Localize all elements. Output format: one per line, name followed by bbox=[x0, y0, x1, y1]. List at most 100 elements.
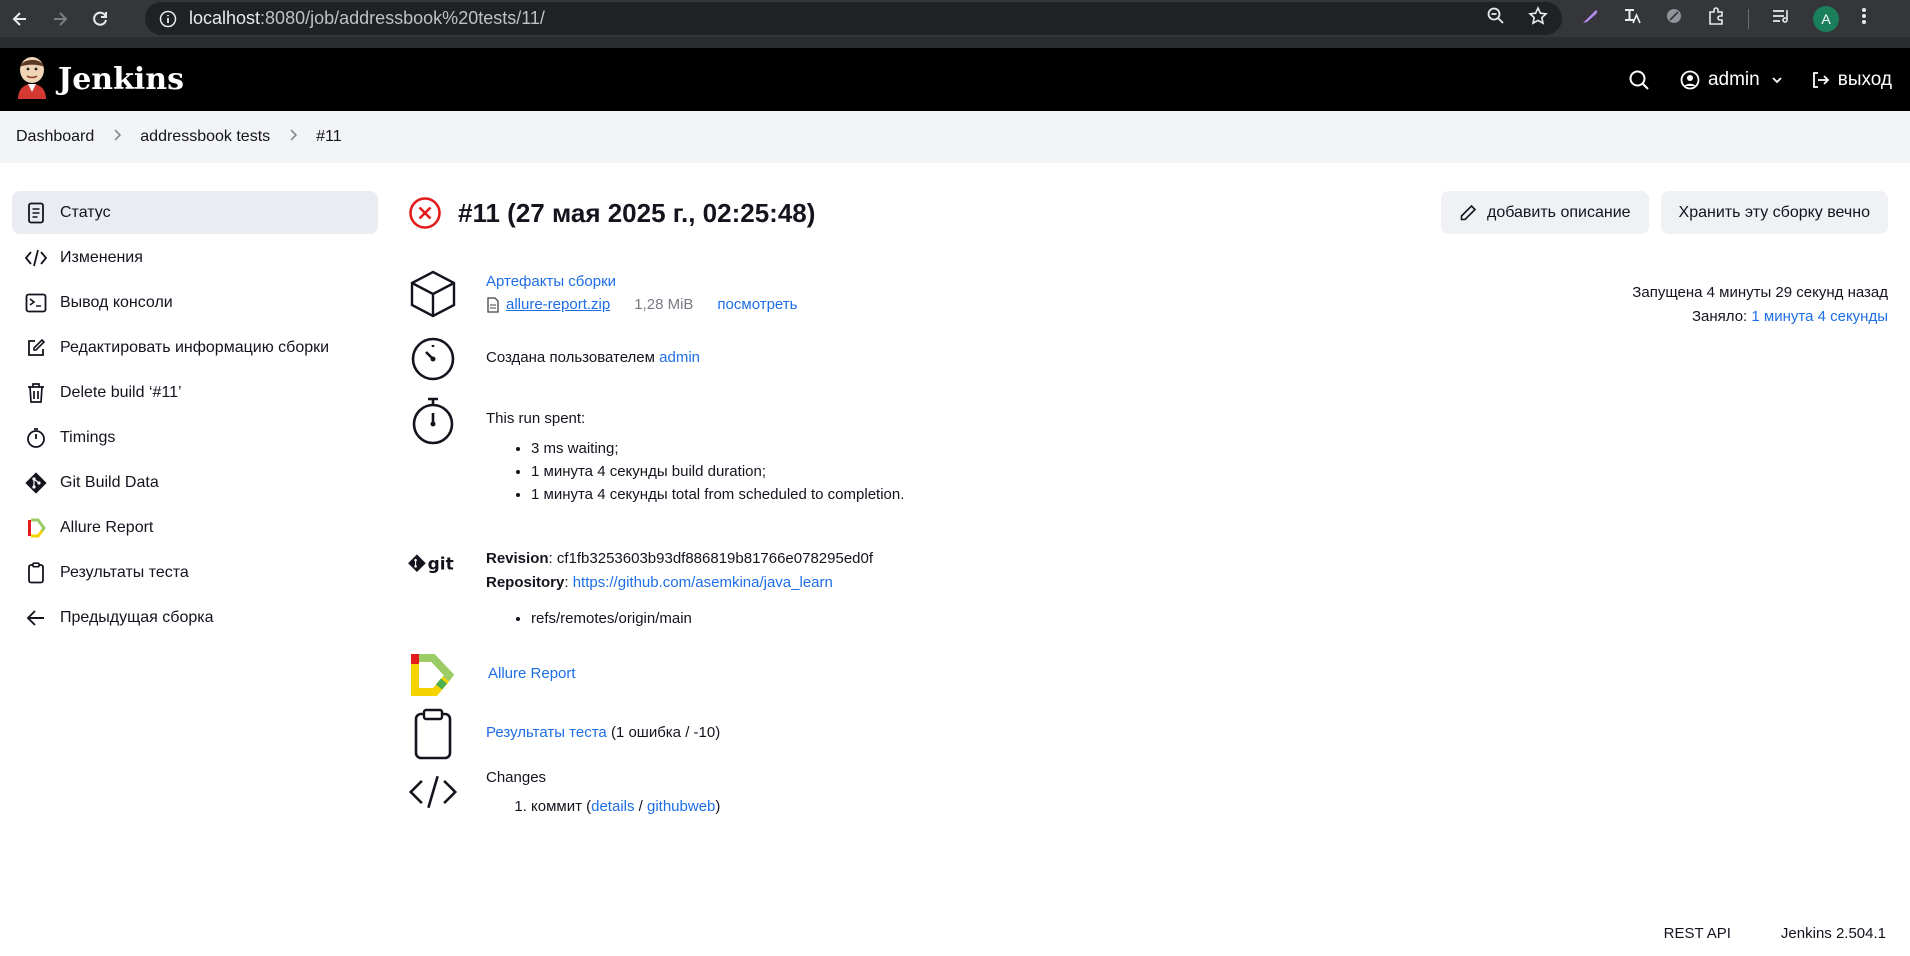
repository-label: Repository bbox=[486, 574, 565, 591]
jenkins-header: Jenkins admin выход bbox=[0, 48, 1910, 111]
artifact-view-link[interactable]: посмотреть bbox=[717, 296, 797, 313]
duration-link[interactable]: 1 минута 4 секунды bbox=[1751, 308, 1888, 325]
add-description-label: добавить описание bbox=[1486, 203, 1631, 221]
repository-link[interactable]: https://github.com/asemkina/java_learn bbox=[573, 574, 833, 591]
leaf-extension-icon[interactable] bbox=[1664, 6, 1684, 31]
closing-paren: ) bbox=[715, 798, 721, 815]
build-timing-summary: Запущена 4 минуты 29 секунд назад Заняло… bbox=[1632, 281, 1888, 329]
clipboard-icon bbox=[408, 708, 458, 760]
profile-avatar[interactable]: A bbox=[1813, 5, 1839, 32]
translate-extension-icon[interactable] bbox=[1622, 6, 1642, 31]
sidebar-item-label: Timings bbox=[60, 428, 116, 446]
toolbar-divider bbox=[1748, 8, 1749, 29]
jenkins-home-link[interactable]: Jenkins bbox=[14, 55, 184, 104]
commit-text: коммит ( bbox=[531, 798, 592, 815]
reading-list-icon[interactable] bbox=[1771, 6, 1791, 31]
artifact-file-link[interactable]: allure-report.zip bbox=[506, 296, 610, 313]
feather-extension-icon[interactable] bbox=[1580, 6, 1600, 31]
arrow-left-icon bbox=[24, 606, 48, 630]
test-results-link[interactable]: Результаты теста bbox=[486, 724, 607, 741]
sidebar-item-git-build-data[interactable]: Git Build Data bbox=[12, 461, 378, 504]
breadcrumb-build[interactable]: #11 bbox=[316, 128, 342, 146]
timings-list: 3 ms waiting; 1 минута 4 секунды build d… bbox=[531, 437, 904, 506]
svg-text:git: git bbox=[428, 553, 454, 573]
toolbar-shadow bbox=[0, 37, 1910, 48]
file-icon bbox=[486, 296, 500, 313]
sidebar-item-status[interactable]: Статус bbox=[12, 191, 378, 234]
jenkins-version-link[interactable]: Jenkins 2.504.1 bbox=[1781, 925, 1886, 942]
list-item: 1 минута 4 секунды build duration; bbox=[531, 460, 904, 483]
keep-forever-label: Хранить эту сборку вечно bbox=[1678, 203, 1870, 221]
extensions-puzzle-icon[interactable] bbox=[1706, 6, 1726, 31]
sidebar-item-console[interactable]: Вывод консоли bbox=[12, 281, 378, 324]
page-footer: REST API Jenkins 2.504.1 bbox=[1664, 925, 1886, 942]
user-menu[interactable]: admin bbox=[1680, 69, 1784, 91]
sidebar-item-timings[interactable]: Timings bbox=[12, 416, 378, 459]
git-section: git Revision: cf1fb3253603b93df886819b81… bbox=[408, 543, 873, 630]
breadcrumb: Dashboard addressbook tests #11 bbox=[0, 111, 1910, 163]
address-bar[interactable]: localhost:8080/job/addressbook%20tests/1… bbox=[145, 2, 1562, 35]
changes-list: коммит (details / githubweb) bbox=[531, 798, 720, 815]
revision-hash: cf1fb3253603b93df886819b81766e078295ed0f bbox=[556, 550, 874, 567]
browser-menu-icon[interactable] bbox=[1861, 6, 1867, 31]
cause-section: Создана пользователем admin bbox=[408, 335, 700, 383]
sidebar-item-edit-build-info[interactable]: Редактировать информацию сборки bbox=[12, 326, 378, 369]
test-results-section: Результаты теста (1 ошибка / -10) bbox=[408, 708, 720, 760]
back-icon[interactable] bbox=[0, 0, 40, 37]
sidebar-item-changes[interactable]: Изменения bbox=[12, 236, 378, 279]
allure-report-link[interactable]: Allure Report bbox=[488, 665, 576, 682]
changes-heading: Changes bbox=[486, 769, 547, 786]
forward-icon[interactable] bbox=[40, 0, 80, 37]
jenkins-logo-icon bbox=[14, 55, 50, 104]
reload-icon[interactable] bbox=[80, 0, 120, 37]
sidebar-item-test-results[interactable]: Результаты теста bbox=[12, 551, 378, 594]
rest-api-link[interactable]: REST API bbox=[1664, 925, 1731, 942]
revision-line: Revision: cf1fb3253603b93df886819b81766e… bbox=[486, 550, 874, 567]
commit-githubweb-link[interactable]: githubweb bbox=[647, 798, 715, 815]
cause-user-link[interactable]: admin bbox=[659, 349, 700, 366]
sidebar-item-label: Allure Report bbox=[60, 518, 154, 536]
edit-icon bbox=[24, 336, 48, 360]
list-item: 1 минута 4 секунды total from scheduled … bbox=[531, 483, 904, 506]
user-name: admin bbox=[1707, 68, 1760, 90]
logout-label: выход bbox=[1837, 68, 1892, 90]
bookmark-star-icon[interactable] bbox=[1528, 6, 1548, 31]
code-icon bbox=[408, 772, 458, 815]
url-text[interactable]: localhost:8080/job/addressbook%20tests/1… bbox=[189, 8, 545, 29]
sidebar-item-label: Редактировать информацию сборки bbox=[60, 338, 330, 356]
artifacts-section: Артефакты сборки allure-report.zip 1,28 … bbox=[408, 269, 797, 319]
sidebar-item-label: Вывод консоли bbox=[60, 293, 173, 311]
logout-button[interactable]: выход bbox=[1810, 69, 1892, 91]
allure-section: Allure Report bbox=[408, 651, 576, 699]
commit-details-link[interactable]: details bbox=[591, 798, 634, 815]
add-description-button[interactable]: добавить описание bbox=[1440, 191, 1649, 234]
repository-line: Repository: https://github.com/asemkina/… bbox=[486, 574, 833, 591]
sidebar-item-label: Предыдущая сборка bbox=[60, 608, 214, 626]
timings-section: This run spent: 3 ms waiting; 1 минута 4… bbox=[408, 396, 904, 506]
artifacts-heading-link[interactable]: Артефакты сборки bbox=[486, 273, 616, 290]
document-icon bbox=[24, 201, 48, 225]
chevron-right-icon bbox=[112, 128, 122, 146]
sidebar: Статус Изменения Вывод консоли Редактиро… bbox=[12, 191, 378, 641]
breadcrumb-job[interactable]: addressbook tests bbox=[140, 128, 270, 146]
zoom-icon[interactable] bbox=[1486, 6, 1506, 31]
search-icon[interactable] bbox=[1628, 69, 1650, 91]
keep-forever-button[interactable]: Хранить эту сборку вечно bbox=[1660, 191, 1888, 234]
timer-icon bbox=[408, 335, 458, 383]
git-logo-icon: git bbox=[408, 553, 458, 630]
terminal-icon bbox=[24, 291, 48, 315]
list-item: коммит (details / githubweb) bbox=[531, 798, 720, 815]
sidebar-item-previous-build[interactable]: Предыдущая сборка bbox=[12, 596, 378, 639]
breadcrumb-dashboard[interactable]: Dashboard bbox=[16, 128, 94, 146]
revision-label: Revision bbox=[486, 550, 549, 567]
sidebar-item-allure-report[interactable]: Allure Report bbox=[12, 506, 378, 549]
chevron-right-icon bbox=[288, 128, 298, 146]
site-info-icon[interactable] bbox=[159, 10, 177, 28]
cause-text: Создана пользователем bbox=[486, 349, 655, 366]
list-item: 3 ms waiting; bbox=[531, 437, 904, 460]
code-icon bbox=[24, 246, 48, 270]
page-title: #11 (27 мая 2025 г., 02:25:48) bbox=[458, 197, 816, 228]
browser-toolbar: localhost:8080/job/addressbook%20tests/1… bbox=[0, 0, 1910, 37]
sidebar-item-delete-build[interactable]: Delete build ‘#11’ bbox=[12, 371, 378, 414]
took-label: Заняло: bbox=[1691, 308, 1748, 325]
